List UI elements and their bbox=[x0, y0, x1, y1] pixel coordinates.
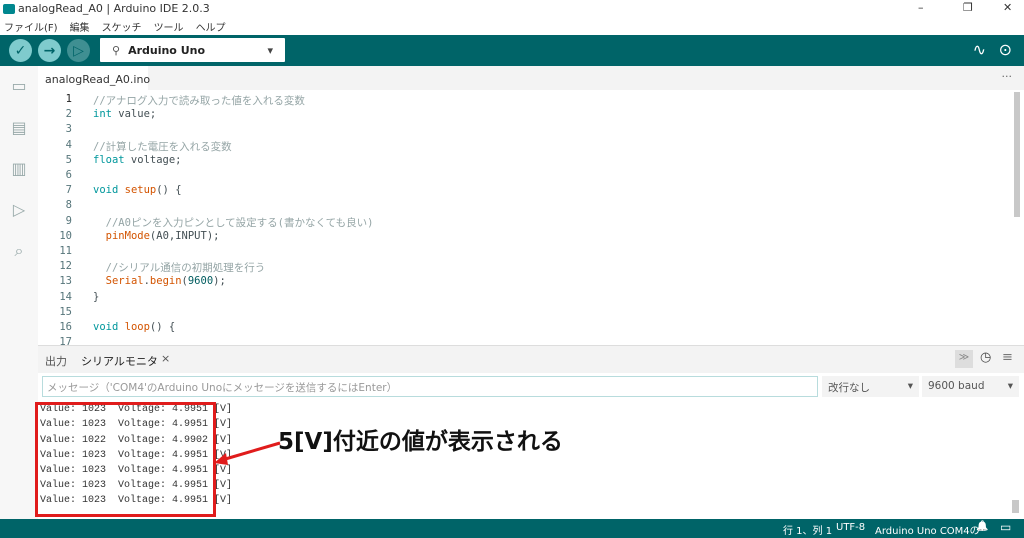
board-name: Arduino Uno bbox=[128, 43, 206, 57]
line-ending-value: 改行なし bbox=[828, 382, 870, 394]
usb-icon: ⚲ bbox=[112, 43, 121, 57]
upload-button[interactable]: → bbox=[38, 39, 61, 62]
line-number: 14 bbox=[59, 290, 72, 303]
menu-file[interactable]: ファイル(F) bbox=[4, 19, 58, 34]
line-number: 16 bbox=[59, 321, 72, 333]
line-number: 15 bbox=[59, 305, 72, 318]
close-button[interactable]: ✕ bbox=[1003, 1, 1012, 14]
tab-output[interactable]: 出力 bbox=[45, 353, 67, 369]
line-number: 7 bbox=[65, 184, 72, 197]
line-number: 2 bbox=[65, 108, 72, 121]
line-number: 8 bbox=[65, 199, 72, 212]
code-line: Serial.begin(9600); bbox=[105, 275, 226, 288]
debug-button[interactable]: ▷ bbox=[67, 39, 90, 62]
toggle-panel-icon[interactable]: ▭ bbox=[1000, 520, 1011, 534]
line-number: 1 bbox=[65, 93, 72, 105]
more-icon[interactable]: ··· bbox=[1002, 70, 1013, 83]
code-line: } bbox=[93, 290, 100, 303]
code-line: //計算した電圧を入れる変数 bbox=[93, 140, 232, 153]
minimize-button[interactable]: – bbox=[918, 1, 924, 14]
baud-rate-value: 9600 baud bbox=[928, 380, 985, 392]
line-number: 9 bbox=[65, 214, 72, 227]
tab-sketch-file[interactable]: analogRead_A0.ino bbox=[38, 66, 150, 90]
autoscroll-icon[interactable]: ≫ bbox=[955, 350, 973, 368]
board-selector[interactable]: ⚲ Arduino Uno ▾ bbox=[100, 38, 285, 62]
chevron-down-icon: ▾ bbox=[267, 43, 273, 57]
timestamp-icon[interactable]: ◷ bbox=[980, 350, 991, 365]
line-number: 11 bbox=[59, 245, 72, 257]
serial-monitor-icon[interactable]: ⊙ bbox=[999, 40, 1012, 59]
serial-output-line: Value: 1023 Voltage: 4.9951 [V] bbox=[40, 399, 232, 400]
menu-sketch[interactable]: スケッチ bbox=[102, 19, 142, 34]
title-bar: analogRead_A0 | Arduino IDE 2.0.3 – ❐ ✕ bbox=[0, 0, 1024, 17]
maximize-button[interactable]: ❐ bbox=[963, 1, 973, 14]
close-tab-icon[interactable]: × bbox=[161, 352, 170, 365]
debug-icon[interactable]: ▷ bbox=[9, 200, 29, 219]
chevron-down-icon: ▾ bbox=[907, 380, 913, 392]
boards-manager-icon[interactable]: ▤ bbox=[9, 118, 29, 137]
code-line: void loop() { bbox=[93, 321, 176, 333]
line-number: 10 bbox=[59, 229, 72, 242]
line-number: 6 bbox=[65, 169, 72, 181]
annotation-arrow bbox=[214, 441, 281, 465]
editor-scrollbar[interactable] bbox=[1014, 92, 1020, 217]
line-number: 3 bbox=[65, 123, 72, 136]
line-ending-select[interactable]: 改行なし ▾ bbox=[822, 376, 919, 397]
baud-rate-select[interactable]: 9600 baud ▾ bbox=[922, 376, 1019, 397]
serial-message-input[interactable]: メッセージ（'COM4'のArduino Unoにメッセージを送信するにはEnt… bbox=[42, 376, 818, 397]
line-number: 4 bbox=[65, 138, 72, 151]
output-scrollbar[interactable] bbox=[1012, 500, 1019, 513]
encoding: UTF-8 bbox=[836, 522, 866, 533]
code-line: //シリアル通信の初期処理を行う bbox=[105, 262, 266, 275]
panel-header: 出力 シリアルモニタ × ≫ ◷ ≡ bbox=[38, 345, 1024, 373]
sidebar: ▭ ▤ ▥ ▷ ⌕ bbox=[0, 66, 38, 519]
window-title: analogRead_A0 | Arduino IDE 2.0.3 bbox=[18, 2, 210, 15]
code-line: float voltage; bbox=[93, 153, 182, 166]
clear-output-icon[interactable]: ≡ bbox=[1002, 350, 1013, 365]
code-line: //アナログ入力で読み取った値を入れる変数 bbox=[93, 95, 305, 107]
verify-button[interactable]: ✓ bbox=[9, 39, 32, 62]
line-number: 5 bbox=[65, 153, 72, 166]
board-port: Arduino Uno COM4の bbox=[875, 526, 980, 537]
cursor-position: 行 1、列 1 bbox=[783, 526, 833, 537]
tab-bar: ··· bbox=[38, 66, 1024, 90]
code-editor[interactable]: 1 //アナログ入力で読み取った値を入れる変数 2 int value; 3 4 //計算し… bbox=[38, 90, 1024, 348]
menu-edit[interactable]: 編集 bbox=[70, 19, 90, 34]
code-line: void setup() { bbox=[93, 184, 182, 197]
menu-tools[interactable]: ツール bbox=[154, 19, 184, 34]
menu-help[interactable]: ヘルプ bbox=[196, 19, 226, 34]
annotation-text: 5[V]付近の値が表示される bbox=[278, 429, 563, 455]
sketchbook-folder-icon[interactable]: ▭ bbox=[9, 76, 29, 95]
code-line: int value; bbox=[93, 108, 157, 121]
line-number: 12 bbox=[59, 260, 72, 273]
annotation-highlight-box bbox=[35, 402, 216, 517]
library-manager-icon[interactable]: ▥ bbox=[9, 159, 29, 178]
notification-bell-icon[interactable]: 🔔 bbox=[976, 521, 988, 532]
status-bar: 行 1、列 1 UTF-8 Arduino Uno COM4の 🔔 ▭ bbox=[0, 519, 1024, 538]
code-line: pinMode(A0,INPUT); bbox=[105, 229, 220, 242]
chevron-down-icon: ▾ bbox=[1007, 380, 1013, 392]
tab-serial-monitor[interactable]: シリアルモニタ bbox=[81, 353, 158, 369]
serial-plotter-icon[interactable]: ∿ bbox=[973, 40, 986, 59]
search-icon[interactable]: ⌕ bbox=[9, 241, 29, 260]
menu-bar: ファイル(F) 編集 スケッチ ツール ヘルプ bbox=[0, 17, 1024, 35]
arduino-logo-icon bbox=[3, 3, 15, 14]
code-line: //A0ピンを入力ピンとして設定する(書かなくても良い) bbox=[105, 216, 374, 229]
line-number: 13 bbox=[59, 275, 72, 288]
